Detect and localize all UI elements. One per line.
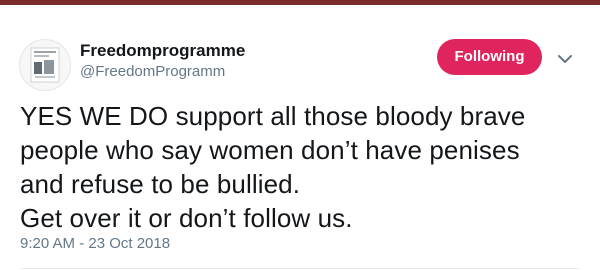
book-cover-icon	[20, 40, 70, 90]
following-button[interactable]: Following	[437, 39, 542, 75]
chevron-down-icon[interactable]	[556, 52, 574, 64]
tweet-card: Freedomprogramme @FreedomProgramm Follow…	[0, 5, 600, 270]
display-name[interactable]: Freedomprogramme	[80, 40, 245, 62]
tweet-text: YES WE DO support all those bloody brave…	[20, 101, 526, 233]
user-handle[interactable]: @FreedomProgramm	[80, 62, 225, 82]
profile-avatar[interactable]	[19, 39, 71, 91]
tweet-timestamp[interactable]: 9:20 AM - 23 Oct 2018	[20, 234, 170, 254]
divider	[20, 268, 580, 269]
